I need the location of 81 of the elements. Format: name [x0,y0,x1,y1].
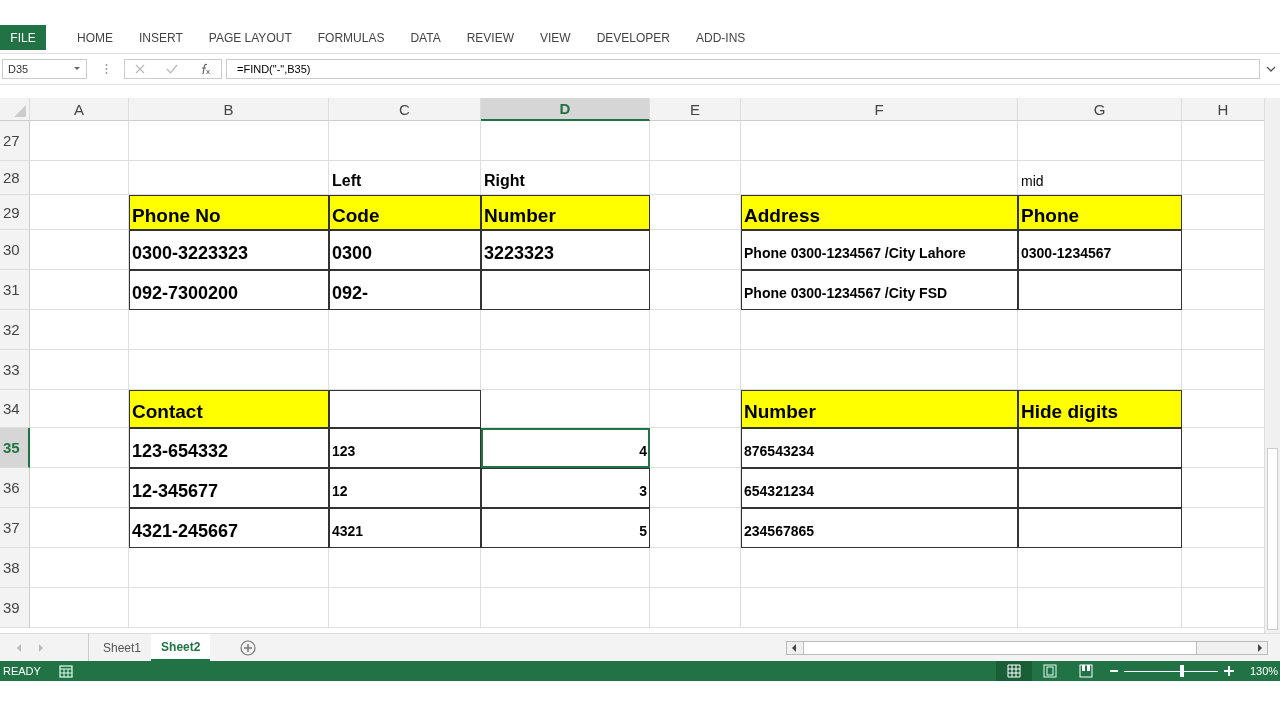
table-cell: Hide digits [1018,390,1182,428]
zoom-level[interactable]: 130% [1250,665,1280,677]
ribbon-tab[interactable]: DATA [397,25,454,50]
zoom-in-button[interactable] [1224,666,1234,676]
ribbon-tab[interactable]: HOME [64,25,126,50]
row-header[interactable]: 35 [0,428,30,468]
row-header[interactable]: 38 [0,548,30,588]
table-cell: 123-654332 [129,428,329,468]
table-cell: 12-345677 [129,468,329,508]
table-cell: Number [481,195,650,230]
sheet-tab[interactable]: Sheet1 [93,634,152,661]
row-header[interactable]: 30 [0,230,30,270]
row-header[interactable]: 37 [0,508,30,548]
table-cell: 4321 [329,508,481,548]
check-icon[interactable] [166,64,178,74]
table-cell-text: Left [331,171,363,191]
column-header[interactable]: H [1182,98,1264,121]
table-cell: Contact [129,390,329,428]
table-cell: Address [741,195,1018,230]
name-box[interactable]: D35 [2,59,87,79]
table-cell: 0300-1234567 [1018,230,1182,270]
table-cell: Code [329,195,481,230]
row-header[interactable]: 29 [0,195,30,230]
table-cell: 3 [481,468,650,508]
column-header[interactable]: F [741,98,1018,121]
table-cell: 0300-3223323 [129,230,329,270]
ribbon-tab[interactable]: ADD-INS [683,25,759,50]
column-header[interactable]: G [1018,98,1182,121]
add-sheet-icon[interactable] [240,639,257,656]
ribbon-tab[interactable]: DEVELOPER [583,25,683,50]
zoom-out-button[interactable] [1110,667,1118,675]
sheet-tab[interactable]: Sheet2 [151,634,211,661]
row-header[interactable]: 32 [0,310,30,350]
ribbon-tab[interactable]: REVIEW [453,25,527,50]
ribbon-tab[interactable]: PAGE LAYOUT [195,25,305,50]
table-cell: 123 [329,428,481,468]
normal-view-icon[interactable] [996,661,1032,681]
column-header[interactable]: A [30,98,129,121]
table-cell-text: Right [483,171,526,191]
formula-field[interactable]: =FIND("-",B35) [226,59,1260,79]
ribbon-tab[interactable]: VIEW [527,25,584,50]
ribbon-tab[interactable]: FORMULAS [304,25,398,50]
table-cell: 5 [481,508,650,548]
row-header[interactable]: 39 [0,588,30,628]
column-header[interactable]: C [329,98,481,121]
table-cell: 092-7300200 [129,270,329,310]
column-header[interactable]: B [129,98,329,121]
table-cell: Phone 0300-1234567 /City Lahore [741,230,1018,270]
row-header[interactable]: 34 [0,390,30,428]
expand-icon[interactable] [1266,66,1276,72]
column-header[interactable]: D [481,98,650,121]
ribbon-tab[interactable]: FILE [0,25,46,50]
row-header[interactable]: 36 [0,468,30,508]
table-cell: 3223323 [481,230,650,270]
row-header[interactable]: 28 [0,161,30,195]
ribbon-tab[interactable]: INSERT [126,25,196,50]
table-cell: 4321-245667 [129,508,329,548]
table-cell: 234567865 [741,508,1018,548]
more-icon[interactable] [105,63,108,75]
row-header[interactable]: 33 [0,350,30,390]
table-cell: 654321234 [741,468,1018,508]
vertical-scrollbar[interactable] [1264,98,1280,633]
table-cell: Phone [1018,195,1182,230]
scroll-right-icon[interactable] [1257,643,1263,652]
horizontal-scrollbar[interactable] [786,640,1268,655]
macro-icon[interactable] [58,664,73,678]
table-cell: 12 [329,468,481,508]
status-text: READY [3,665,41,677]
table-cell-text: mid [1020,172,1045,191]
row-header[interactable]: 27 [0,121,30,161]
table-cell: 0300 [329,230,481,270]
scroll-left-icon[interactable] [791,643,797,652]
table-cell: Phone No [129,195,329,230]
zoom-thumb[interactable] [1180,665,1185,677]
column-header[interactable]: E [650,98,741,121]
table-cell: 092- [329,270,481,310]
row-header[interactable]: 31 [0,270,30,310]
table-cell: 876543234 [741,428,1018,468]
table-cell: Phone 0300-1234567 /City FSD [741,270,1018,310]
table-cell: 4 [481,428,650,468]
table-cell: Number [741,390,1018,428]
